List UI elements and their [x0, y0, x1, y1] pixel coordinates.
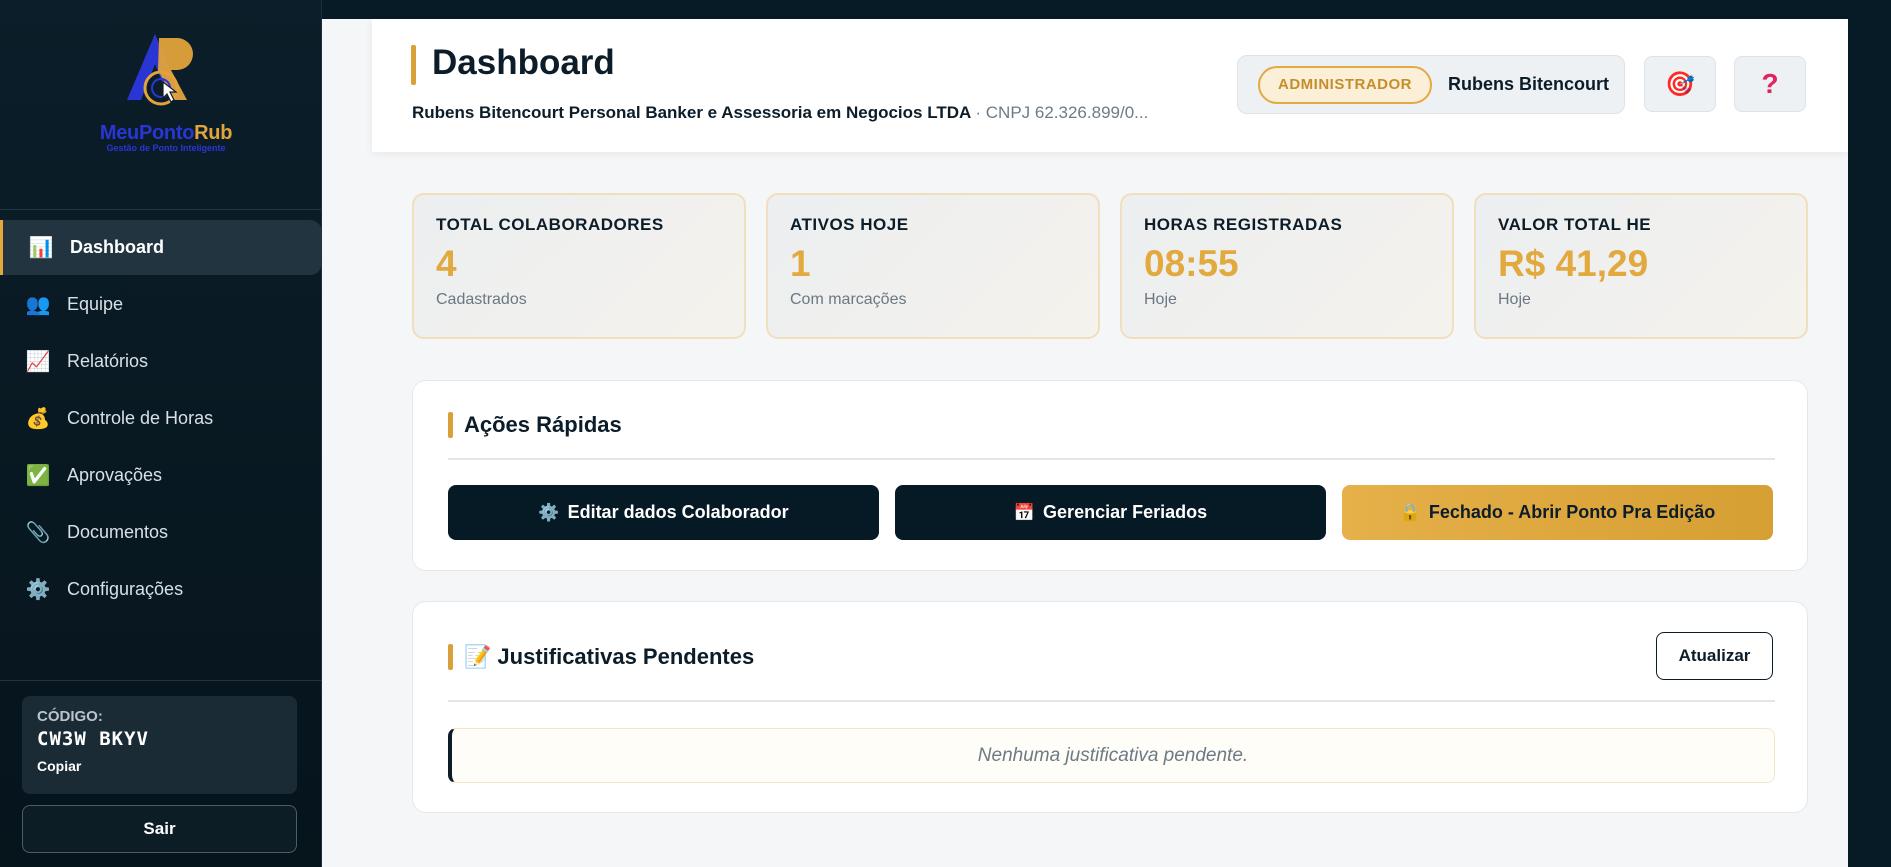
- stat-subtitle: Hoje: [1144, 291, 1177, 308]
- stat-subtitle: Cadastrados: [436, 291, 527, 308]
- company-info: Rubens Bitencourt Personal Banker e Asse…: [412, 103, 1148, 123]
- edit-collaborator-button[interactable]: ⚙️ Editar dados Colaborador: [448, 485, 879, 540]
- bar-chart-icon: 📊: [28, 237, 54, 259]
- sidebar: MeuPontoRub Gestão de Ponto Inteligente …: [0, 0, 322, 867]
- target-icon: 🎯: [1665, 70, 1695, 98]
- team-icon: 👥: [25, 294, 51, 316]
- sidebar-item-relatorios[interactable]: 📈 Relatórios: [0, 334, 322, 389]
- sidebar-item-controle-horas[interactable]: 💰 Controle de Horas: [0, 391, 322, 446]
- user-name: Rubens Bitencourt: [1448, 74, 1610, 94]
- sidebar-item-label: Configurações: [67, 579, 184, 599]
- justifications-panel: 📝 Justificativas Pendentes Atualizar Nenh…: [412, 601, 1808, 813]
- window-edge: [1848, 0, 1891, 867]
- role-badge: ADMINISTRADOR: [1258, 65, 1432, 104]
- empty-state: Nenhuma justificativa pendente.: [448, 728, 1775, 783]
- refresh-button[interactable]: Atualizar: [1656, 632, 1773, 680]
- panel-accent-bar: [448, 412, 453, 438]
- sidebar-item-dashboard[interactable]: 📊 Dashboard: [0, 220, 322, 275]
- stat-card-ativos-hoje: ATIVOS HOJE 1 Com marcações: [766, 193, 1100, 339]
- stat-value: R$ 41,29: [1498, 243, 1649, 284]
- sidebar-item-documentos[interactable]: 📎 Documentos: [0, 505, 322, 560]
- sidebar-item-label: Documentos: [67, 522, 169, 542]
- sidebar-item-label: Dashboard: [70, 237, 165, 257]
- stat-title: TOTAL COLABORADORES: [436, 215, 664, 234]
- page-title: Dashboard: [432, 43, 615, 82]
- question-icon: ?: [1761, 68, 1779, 99]
- sidebar-divider: [0, 680, 322, 681]
- company-cnpj: · CNPJ 62.326.899/0...: [975, 103, 1149, 122]
- logout-button[interactable]: Sair: [22, 805, 297, 853]
- stat-card-total-colaboradores: TOTAL COLABORADORES 4 Cadastrados: [412, 193, 746, 339]
- page-header: Dashboard Rubens Bitencourt Personal Ban…: [372, 19, 1848, 152]
- sidebar-item-configuracoes[interactable]: ⚙️ Configurações: [0, 562, 322, 617]
- stat-card-valor-total-he: VALOR TOTAL HE R$ 41,29 Hoje: [1474, 193, 1808, 339]
- paperclip-icon: 📎: [25, 522, 51, 544]
- access-code-box: CÓDIGO: CW3W BKYV Copiar: [22, 696, 297, 794]
- title-accent-bar: [411, 45, 416, 85]
- stat-value: 08:55: [1144, 243, 1239, 284]
- calendar-icon: 📅: [1013, 502, 1036, 522]
- stat-card-horas-registradas: HORAS REGISTRADAS 08:55 Hoje: [1120, 193, 1454, 339]
- stat-value: 4: [436, 243, 457, 284]
- lock-icon: 🔒: [1399, 502, 1421, 522]
- app-logo: MeuPontoRub Gestão de Ponto Inteligente: [80, 30, 250, 160]
- sidebar-item-label: Equipe: [67, 294, 124, 314]
- stat-title: ATIVOS HOJE: [790, 215, 909, 234]
- help-button[interactable]: ?: [1734, 56, 1806, 112]
- gear-icon: ⚙️: [25, 579, 51, 601]
- money-bag-icon: 💰: [25, 408, 51, 430]
- sidebar-item-label: Controle de Horas: [67, 408, 214, 428]
- stat-title: VALOR TOTAL HE: [1498, 215, 1652, 234]
- button-label: Editar dados Colaborador: [567, 502, 789, 522]
- main-content: Dashboard Rubens Bitencourt Personal Ban…: [322, 19, 1848, 867]
- memo-icon: 📝: [464, 644, 492, 669]
- panel-divider: [448, 458, 1775, 460]
- panel-divider: [448, 700, 1775, 702]
- company-name: Rubens Bitencourt Personal Banker e Asse…: [412, 103, 971, 122]
- sidebar-item-equipe[interactable]: 👥 Equipe: [0, 277, 322, 332]
- justifications-title: 📝 Justificativas Pendentes: [464, 644, 754, 670]
- justifications-title-text: Justificativas Pendentes: [497, 644, 755, 669]
- logo-tagline: Gestão de Ponto Inteligente: [106, 143, 226, 153]
- copy-code-button[interactable]: Copiar: [37, 758, 81, 774]
- quick-actions-panel: Ações Rápidas ⚙️ Editar dados Colaborado…: [412, 380, 1808, 571]
- user-info: ADMINISTRADOR Rubens Bitencourt: [1237, 55, 1625, 114]
- logo-title: MeuPontoRub: [99, 122, 233, 144]
- open-timesheet-edit-button[interactable]: 🔒 Fechado - Abrir Ponto Pra Edição: [1342, 485, 1773, 540]
- stat-subtitle: Com marcações: [790, 291, 907, 308]
- sidebar-item-label: Relatórios: [67, 351, 149, 371]
- panel-accent-bar: [448, 644, 453, 670]
- manage-holidays-button[interactable]: 📅 Gerenciar Feriados: [895, 485, 1326, 540]
- target-button[interactable]: 🎯: [1644, 56, 1716, 112]
- sidebar-item-aprovacoes[interactable]: ✅ Aprovações: [0, 448, 322, 503]
- sidebar-item-label: Aprovações: [67, 465, 163, 485]
- access-code-label: CÓDIGO:: [37, 708, 103, 725]
- button-label: Fechado - Abrir Ponto Pra Edição: [1428, 502, 1716, 522]
- line-chart-icon: 📈: [25, 351, 51, 373]
- stat-title: HORAS REGISTRADAS: [1144, 215, 1343, 234]
- button-label: Gerenciar Feriados: [1043, 502, 1208, 522]
- sidebar-divider: [0, 209, 322, 210]
- logo-mark-icon: [127, 34, 193, 106]
- gear-icon: ⚙️: [538, 502, 560, 522]
- sidebar-nav: 📊 Dashboard 👥 Equipe 📈 Relatórios 💰 Cont…: [0, 220, 322, 619]
- check-icon: ✅: [25, 465, 51, 487]
- stat-subtitle: Hoje: [1498, 291, 1531, 308]
- quick-actions-title: Ações Rápidas: [464, 412, 622, 437]
- access-code-value: CW3W BKYV: [37, 728, 149, 750]
- stat-value: 1: [790, 243, 811, 284]
